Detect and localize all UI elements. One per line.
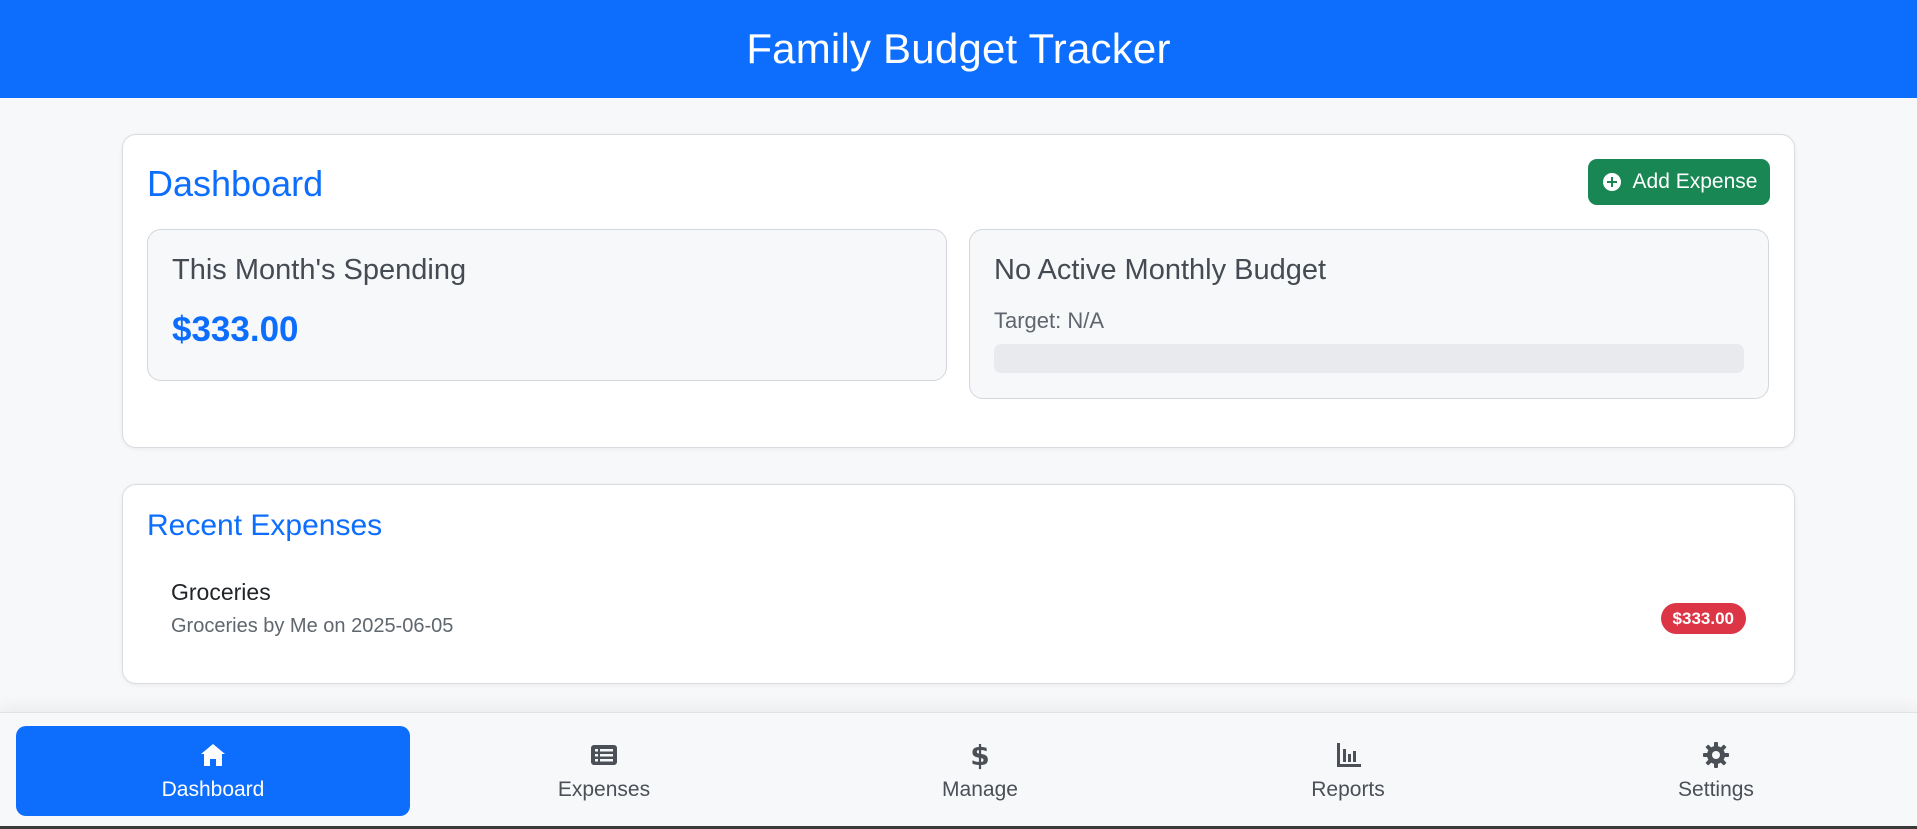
nav-label-reports: Reports bbox=[1311, 778, 1385, 801]
nav-label-settings: Settings bbox=[1678, 778, 1754, 801]
budget-title: No Active Monthly Budget bbox=[994, 254, 1327, 286]
monthly-spending-box: This Month's Spending $333.00 bbox=[147, 229, 947, 381]
nav-label-dashboard: Dashboard bbox=[161, 778, 265, 801]
nav-item-expenses[interactable]: Expenses bbox=[407, 726, 801, 816]
gear-icon bbox=[1703, 742, 1729, 768]
nav-item-reports[interactable]: Reports bbox=[1151, 726, 1545, 816]
list-item[interactable]: Groceries Groceries by Me on 2025-06-05 … bbox=[147, 579, 1770, 651]
expense-amount-badge: $333.00 bbox=[1660, 603, 1746, 634]
recent-expenses-title: Recent Expenses bbox=[147, 509, 383, 542]
budget-target: Target: N/A bbox=[994, 308, 1105, 333]
home-icon bbox=[201, 744, 225, 766]
bottom-nav: Dashboard Expenses $ Manage Reports Sett… bbox=[0, 712, 1917, 829]
expense-name: Groceries bbox=[171, 579, 271, 605]
chart-icon bbox=[1337, 743, 1361, 767]
nav-label-expenses: Expenses bbox=[557, 778, 651, 801]
app-header: Family Budget Tracker bbox=[0, 0, 1917, 98]
app-title: Family Budget Tracker bbox=[746, 25, 1171, 72]
spending-title: This Month's Spending bbox=[172, 254, 467, 286]
dollar-icon: $ bbox=[970, 740, 989, 770]
nav-item-manage[interactable]: $ Manage bbox=[783, 726, 1177, 816]
add-expense-button[interactable]: Add Expense bbox=[1588, 159, 1770, 205]
nav-item-settings[interactable]: Settings bbox=[1519, 726, 1913, 816]
recent-expenses-card: Recent Expenses Groceries Groceries by M… bbox=[122, 484, 1795, 684]
dashboard-title: Dashboard bbox=[147, 163, 324, 204]
list-icon bbox=[591, 745, 617, 765]
nav-item-dashboard[interactable]: Dashboard bbox=[16, 726, 410, 816]
expense-description: Groceries by Me on 2025-06-05 bbox=[171, 615, 454, 637]
add-expense-label: Add Expense bbox=[1632, 170, 1758, 193]
plus-circle-icon bbox=[1601, 171, 1623, 193]
budget-progress-bar bbox=[994, 344, 1744, 373]
svg-text:$: $ bbox=[970, 740, 989, 770]
spending-amount: $333.00 bbox=[172, 310, 299, 349]
dashboard-card: Dashboard Add Expense This Month's Spend… bbox=[122, 134, 1795, 448]
nav-label-manage: Manage bbox=[942, 778, 1018, 801]
monthly-budget-box: No Active Monthly Budget Target: N/A bbox=[969, 229, 1769, 399]
